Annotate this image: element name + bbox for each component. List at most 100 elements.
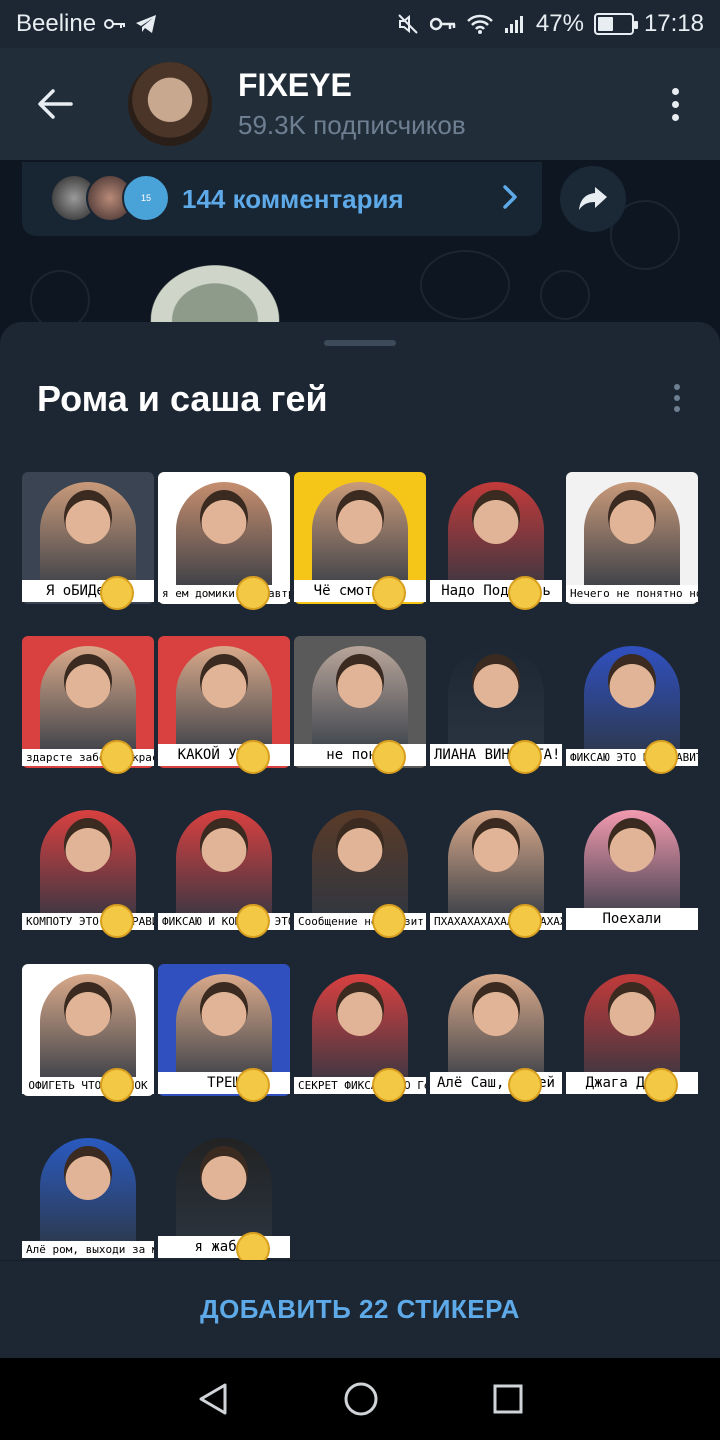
sticker-item[interactable]: ФИКСАЮ ЭТО НЕ НРАВИТСЯ — [564, 620, 700, 784]
channel-avatar[interactable] — [128, 62, 212, 146]
sticker-item[interactable]: ФИКСАЮ И КОМПОТУ ЭТО НЕ НРАВИТСЯ — [156, 784, 292, 948]
clock: 17:18 — [643, 10, 704, 37]
sticker-caption: я жабка — [158, 1236, 290, 1258]
sticker-caption: Нечего не понятно но очень интересно — [566, 585, 698, 602]
sticker-item[interactable]: я жабка — [156, 1112, 292, 1276]
drag-handle[interactable] — [324, 340, 396, 346]
sticker-set-title: Рома и саша гей — [37, 378, 328, 419]
sticker-face — [336, 818, 384, 872]
sticker-face — [64, 982, 112, 1036]
sticker-caption: Алё Саш, я гей — [430, 1072, 562, 1094]
nav-home-icon[interactable] — [344, 1382, 378, 1416]
sticker-item[interactable]: не понял — [292, 620, 428, 784]
emoji-icon — [508, 904, 542, 938]
add-stickers-button[interactable]: ДОБАВИТЬ 22 СТИКЕРА — [0, 1260, 720, 1358]
sticker-caption: Поехали — [566, 908, 698, 930]
chevron-right-icon — [502, 184, 518, 215]
sticker-item[interactable]: Чё смотришь — [292, 456, 428, 620]
sticker-face — [200, 654, 248, 708]
sticker-face — [200, 1146, 248, 1200]
emoji-icon — [508, 576, 542, 610]
battery-fill — [597, 17, 613, 31]
mute-icon — [396, 12, 420, 36]
sticker-face — [64, 490, 112, 544]
emoji-icon — [644, 1068, 678, 1102]
sticker-item[interactable]: КАКОЙ УЖАС! — [156, 620, 292, 784]
back-button[interactable] — [0, 48, 110, 160]
chat-header: FIXEYE 59.3K подписчиков — [0, 48, 720, 160]
emoji-icon — [372, 576, 406, 610]
more-menu-button[interactable] — [630, 48, 720, 160]
sticker-item[interactable]: я ем домики на завтрак — [156, 456, 292, 620]
battery-percent: 47% — [535, 10, 584, 37]
sticker-face — [336, 654, 384, 708]
sticker-set-sheet: Рома и саша гей Я оБИДеЛСЯя ем домики на… — [0, 322, 720, 1358]
status-bar: Beeline 47% 17:18 — [0, 0, 720, 48]
back-arrow-icon — [38, 89, 73, 119]
sticker-item[interactable]: Сообщение не грузит — [292, 784, 428, 948]
sticker-caption: Я оБИДеЛСЯ — [22, 580, 154, 602]
sticker-face — [200, 818, 248, 872]
emoji-icon — [508, 740, 542, 774]
dot-icon — [671, 100, 679, 108]
sticker-item[interactable]: Джага Джага — [564, 948, 700, 1112]
sticker-face — [472, 490, 520, 544]
doodle-decoration — [30, 270, 90, 330]
sticker-face — [472, 654, 520, 708]
sticker-item[interactable]: СЕКРЕТ ФИКСАЯ ЭТО Гей — [292, 948, 428, 1112]
subscriber-count: 59.3K подписчиков — [238, 110, 466, 140]
sticker-item[interactable]: КОМПОТУ ЭТО НЕ НРАВИТСЯ — [20, 784, 156, 948]
sticker-item[interactable]: Я оБИДеЛСЯ — [20, 456, 156, 620]
sticker-caption: Чё смотришь — [294, 580, 426, 602]
dot-icon — [671, 113, 679, 121]
sticker-item[interactable]: ЛИАНА ВИНОВАТА! — [428, 620, 564, 784]
sticker-face — [472, 818, 520, 872]
sticker-item[interactable]: ОФИГЕТЬ ЧТОООО ШОК — [20, 948, 156, 1112]
sticker-item[interactable]: Поехали — [564, 784, 700, 948]
emoji-icon — [236, 740, 270, 774]
channel-info[interactable]: FIXEYE 59.3K подписчиков — [238, 67, 466, 141]
sticker-caption: ФИКСАЮ И КОМПОТУ ЭТО НЕ НРАВИТСЯ — [158, 913, 290, 930]
key-icon — [104, 17, 126, 31]
sticker-face — [608, 818, 656, 872]
doodle-decoration — [420, 250, 510, 320]
sticker-caption: Надо Подумать — [430, 580, 562, 602]
sticker-caption: Джага Джага — [566, 1072, 698, 1094]
sticker-face — [608, 654, 656, 708]
status-right: 47% 17:18 — [396, 10, 704, 38]
sticker-caption: не понял — [294, 744, 426, 766]
battery-icon — [593, 13, 638, 35]
share-button[interactable] — [560, 166, 626, 232]
doodle-decoration — [540, 270, 590, 320]
emoji-icon — [100, 740, 134, 774]
emoji-icon — [236, 904, 270, 938]
sticker-face — [608, 490, 656, 544]
sheet-more-button[interactable] — [674, 378, 680, 418]
sticker-face — [200, 982, 248, 1036]
nav-recents-icon[interactable] — [493, 1384, 523, 1414]
sticker-item[interactable]: Нечего не понятно но очень интересно — [564, 456, 700, 620]
nav-back-icon[interactable] — [197, 1382, 229, 1416]
sticker-face — [64, 654, 112, 708]
sticker-face — [472, 982, 520, 1036]
channel-name: FIXEYE — [238, 67, 352, 103]
emoji-icon — [236, 576, 270, 610]
sticker-item[interactable]: Надо Подумать — [428, 456, 564, 620]
emoji-icon — [508, 1068, 542, 1102]
carrier-label: Beeline — [16, 10, 97, 37]
key-icon — [429, 17, 456, 31]
dot-icon — [674, 384, 680, 390]
sticker-item[interactable]: здарсте забор покрасте — [20, 620, 156, 784]
share-arrow-icon — [579, 187, 607, 210]
sticker-item[interactable]: Алё Саш, я гей — [428, 948, 564, 1112]
signal-icon — [504, 14, 526, 34]
sticker-item[interactable]: ПХАХАХАХАХААХХАХАХАХА ХАХАХАХАААХАХАХАХА… — [428, 784, 564, 948]
sticker-face — [336, 982, 384, 1036]
emoji-icon — [236, 1068, 270, 1102]
sticker-caption: ЛИАНА ВИНОВАТА! — [430, 744, 562, 766]
sticker-item[interactable]: ТРЕШ — [156, 948, 292, 1112]
emoji-icon — [372, 1068, 406, 1102]
sticker-caption: я ем домики на завтрак — [158, 585, 290, 602]
sticker-item[interactable]: Алё ром, выходи за меня — [20, 1112, 156, 1276]
comments-bar[interactable]: 15 144 комментария — [22, 162, 542, 236]
